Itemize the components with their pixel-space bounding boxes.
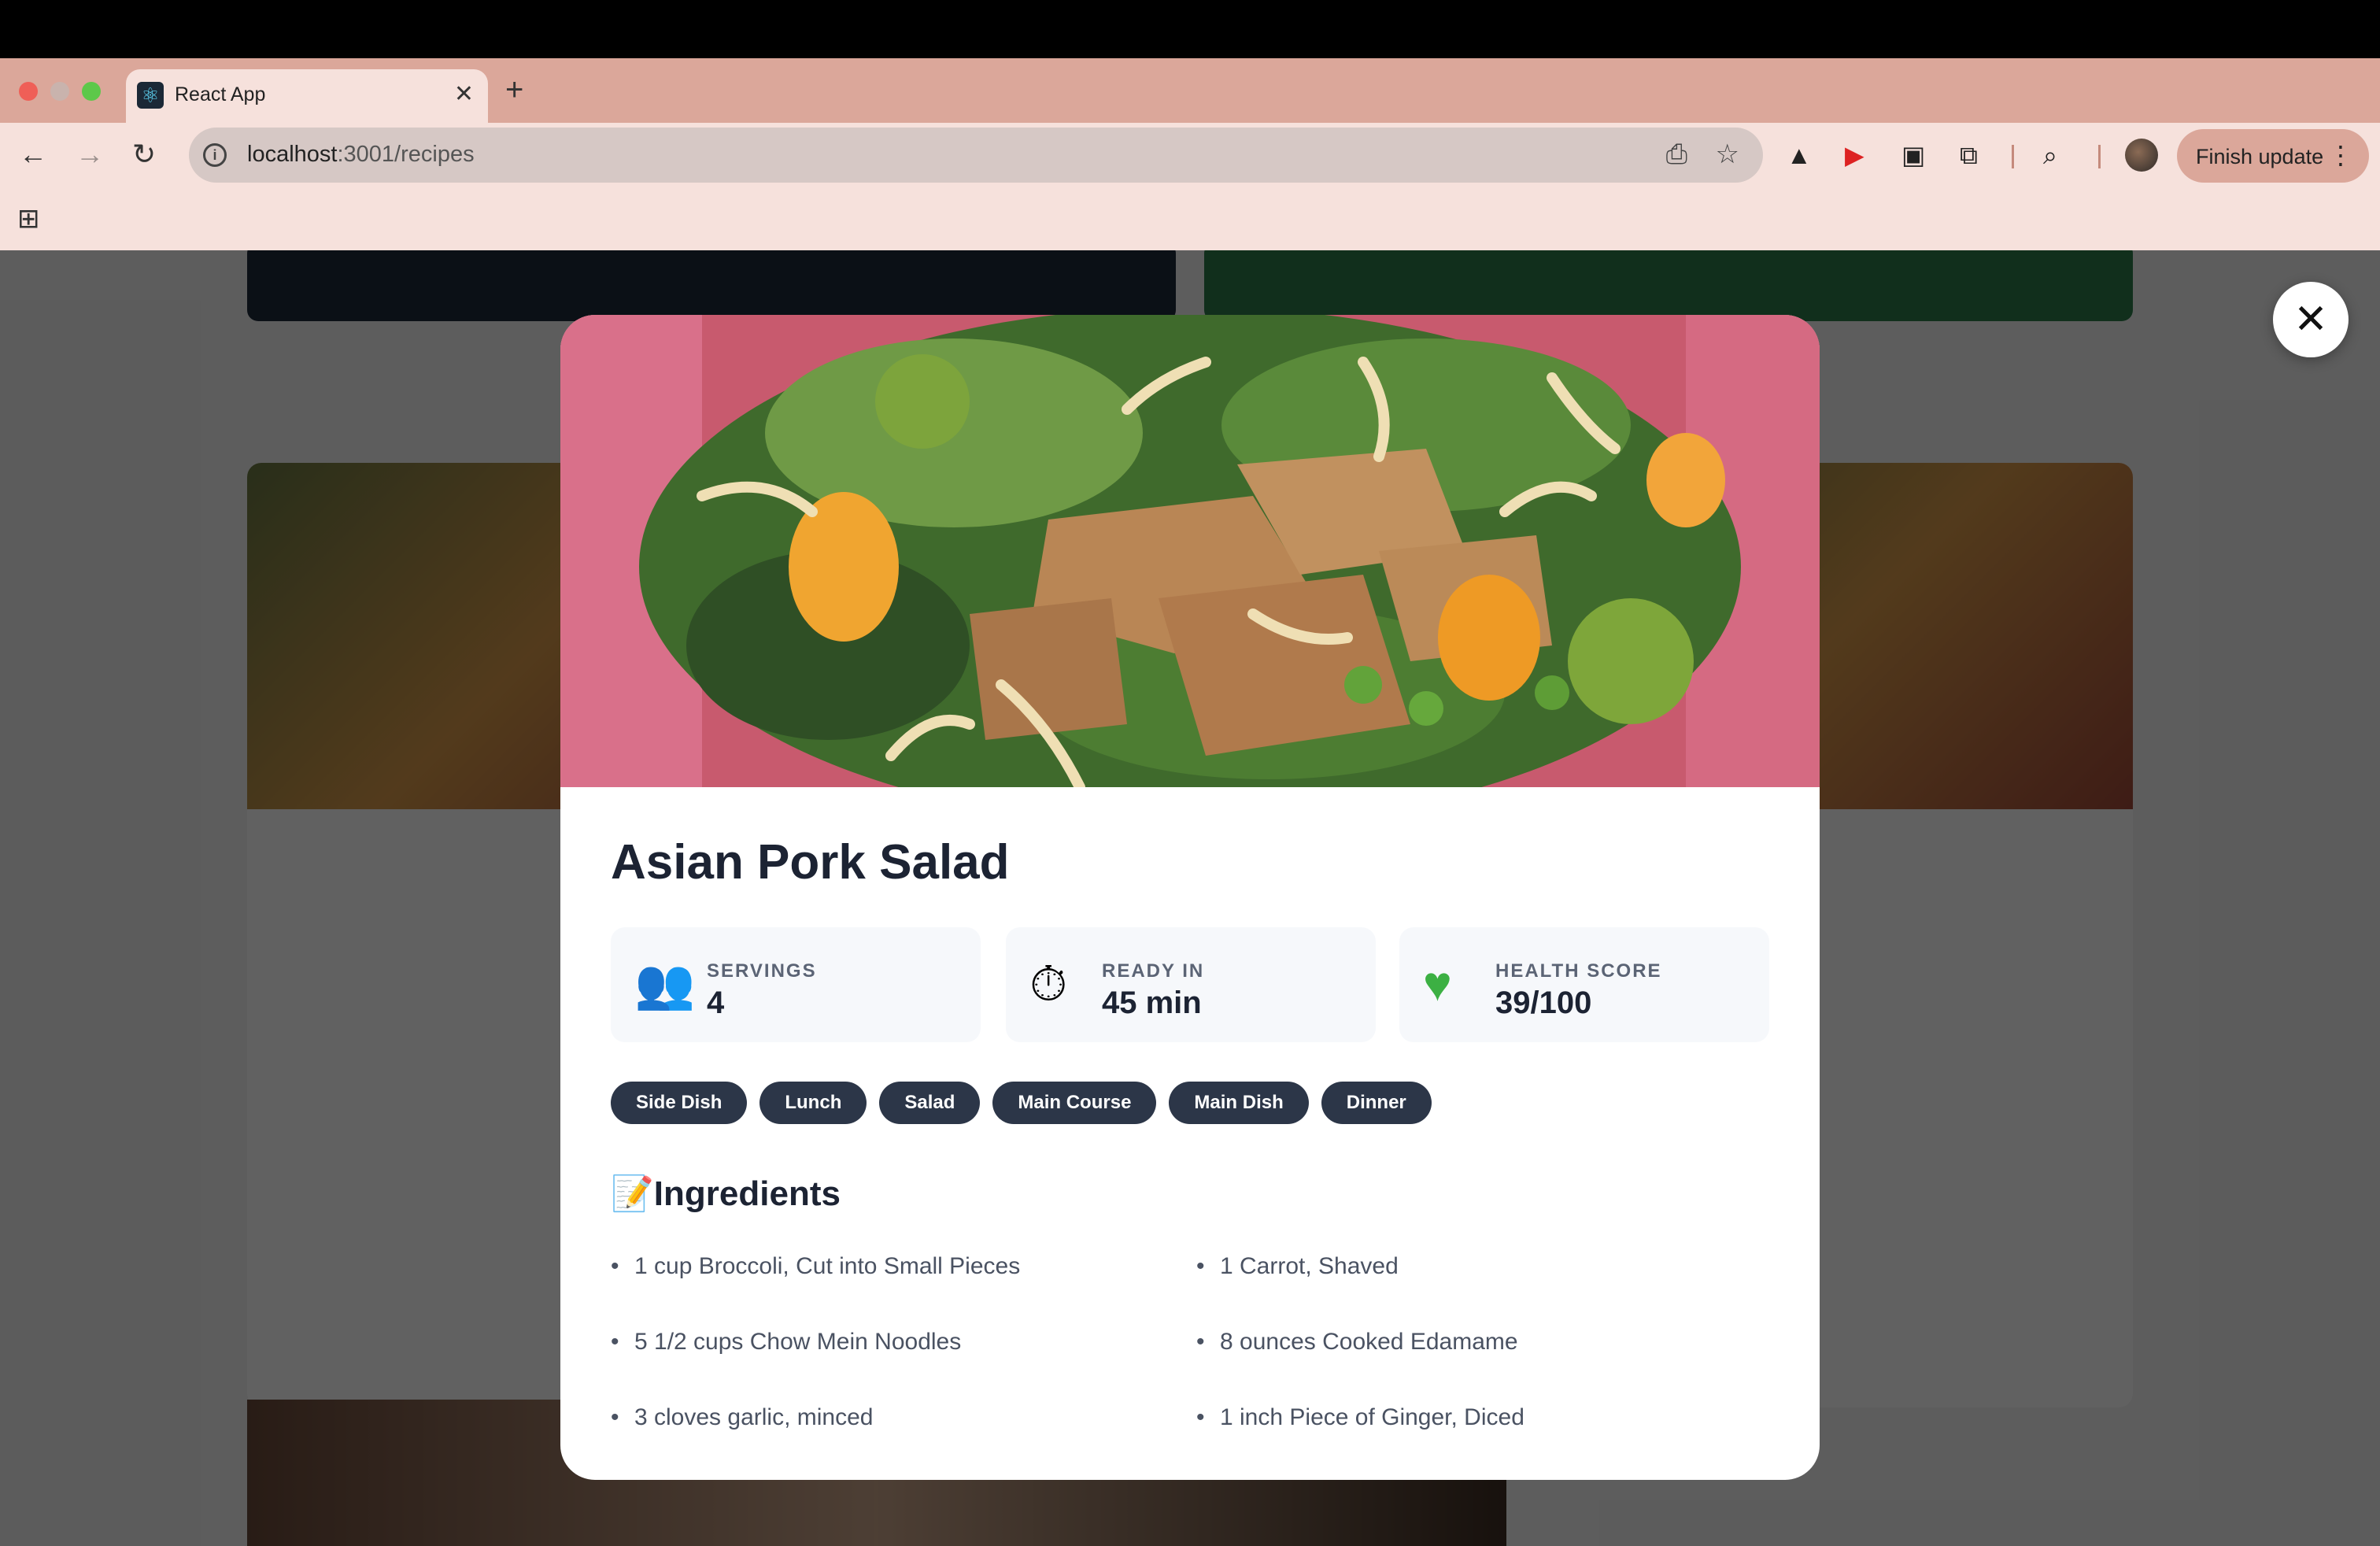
kebab-menu-icon[interactable]: ⋮ (2328, 140, 2353, 170)
recipe-title: Asian Pork Salad (611, 835, 1010, 890)
ingredients-heading: 📝Ingredients (611, 1173, 841, 1214)
react-atom-icon: ⚛ (137, 82, 164, 109)
ingredient-item: 1 inch Piece of Ginger, Diced (1196, 1403, 1782, 1433)
url-path: :3001/recipes (337, 142, 475, 167)
profile-avatar[interactable] (2125, 139, 2158, 172)
browser-tab-active[interactable]: ⚛ React App ✕ (126, 69, 488, 123)
site-info-icon[interactable]: i (203, 143, 227, 167)
tag-dinner: Dinner (1321, 1082, 1432, 1124)
tag-lunch: Lunch (759, 1082, 867, 1124)
health-score-stat: ♥ HEALTH SCORE 39/100 (1399, 927, 1769, 1042)
close-window-button[interactable] (19, 82, 38, 101)
extensions-puzzle-icon[interactable]: ⧉ (1960, 140, 1978, 170)
servings-stat: 👥 SERVINGS 4 (611, 927, 981, 1042)
stat-value: 45 min (1102, 986, 1202, 1020)
bookmark-star-icon[interactable]: ☆ (1716, 139, 1739, 170)
address-bar[interactable]: i localhost:3001/recipes ⎙ ☆ (189, 128, 1763, 183)
new-tab-icon[interactable]: + (505, 74, 523, 105)
finish-update-button[interactable]: Finish update ⋮ (2177, 129, 2369, 183)
toolbar-separator (2012, 145, 2014, 168)
extension-puppy-icon[interactable]: ▲ (1787, 140, 1812, 170)
url-host: localhost (247, 142, 338, 167)
minimize-window-button[interactable] (50, 82, 69, 101)
tag-main-dish: Main Dish (1169, 1082, 1309, 1124)
maximize-window-button[interactable] (82, 82, 101, 101)
stat-value: 39/100 (1495, 986, 1592, 1020)
tab-search-icon[interactable]: ⌕ (2043, 140, 2057, 170)
os-menu-bar (0, 0, 2380, 58)
tab-title: React App (175, 83, 266, 105)
green-heart-icon: ♥ (1423, 957, 1452, 1012)
install-app-icon[interactable]: ⎙ (1666, 139, 1687, 170)
stopwatch-icon: ⏱ (1029, 957, 1068, 1012)
ingredient-item: 3 cloves garlic, minced (611, 1403, 1196, 1433)
ingredient-item: 1 cup Broccoli, Cut into Small Pieces (611, 1252, 1196, 1282)
ingredients-heading-text: Ingredients (653, 1174, 841, 1213)
stat-label: SERVINGS (707, 960, 817, 982)
recipe-detail-modal: Asian Pork Salad 👥 SERVINGS 4 ⏱ READY IN… (560, 315, 1820, 1480)
tab-close-icon[interactable]: ✕ (454, 80, 474, 108)
apps-grid-icon[interactable]: ⊞ (17, 203, 40, 235)
people-icon: 👥 (634, 957, 696, 1012)
ingredients-list: 1 cup Broccoli, Cut into Small Pieces 1 … (611, 1252, 1776, 1433)
browser-toolbar: ← → ↻ i localhost:3001/recipes ⎙ ☆ ▲ ▶ ▣… (0, 123, 2380, 187)
browser-chrome: ⚛ React App ✕ + ← → ↻ i localhost:3001/r… (0, 58, 2380, 250)
tag-side-dish: Side Dish (611, 1082, 748, 1124)
ingredient-item: 5 1/2 cups Chow Mein Noodles (611, 1327, 1196, 1357)
ready-in-stat: ⏱ READY IN 45 min (1006, 927, 1376, 1042)
youtube-extension-icon[interactable]: ▶ (1845, 140, 1864, 170)
close-modal-button[interactable]: ✕ (2273, 282, 2349, 357)
stat-label: HEALTH SCORE (1495, 960, 1662, 982)
stat-value: 4 (707, 986, 725, 1020)
stat-label: READY IN (1102, 960, 1205, 982)
ingredient-item: 1 Carrot, Shaved (1196, 1252, 1782, 1282)
dish-type-tags: Side Dish Lunch Salad Main Course Main D… (611, 1082, 1432, 1124)
bookmarks-bar: ⊞ (0, 187, 2380, 250)
forward-arrow-icon[interactable]: → (76, 137, 104, 172)
back-arrow-icon[interactable]: ← (19, 137, 47, 172)
tab-strip: ⚛ React App ✕ + (0, 58, 2380, 123)
finish-update-label: Finish update (2196, 145, 2324, 168)
ingredient-item: 8 ounces Cooked Edamame (1196, 1327, 1782, 1357)
reload-icon[interactable]: ↻ (132, 137, 156, 172)
toolbar-separator (2098, 145, 2101, 168)
memo-icon: 📝 (611, 1174, 654, 1213)
captions-extension-icon[interactable]: ▣ (1901, 140, 1925, 170)
tag-main-course: Main Course (992, 1082, 1157, 1124)
tag-salad: Salad (879, 1082, 981, 1124)
url-text[interactable]: localhost:3001/recipes (247, 142, 475, 168)
recipe-hero-image (560, 315, 1820, 787)
